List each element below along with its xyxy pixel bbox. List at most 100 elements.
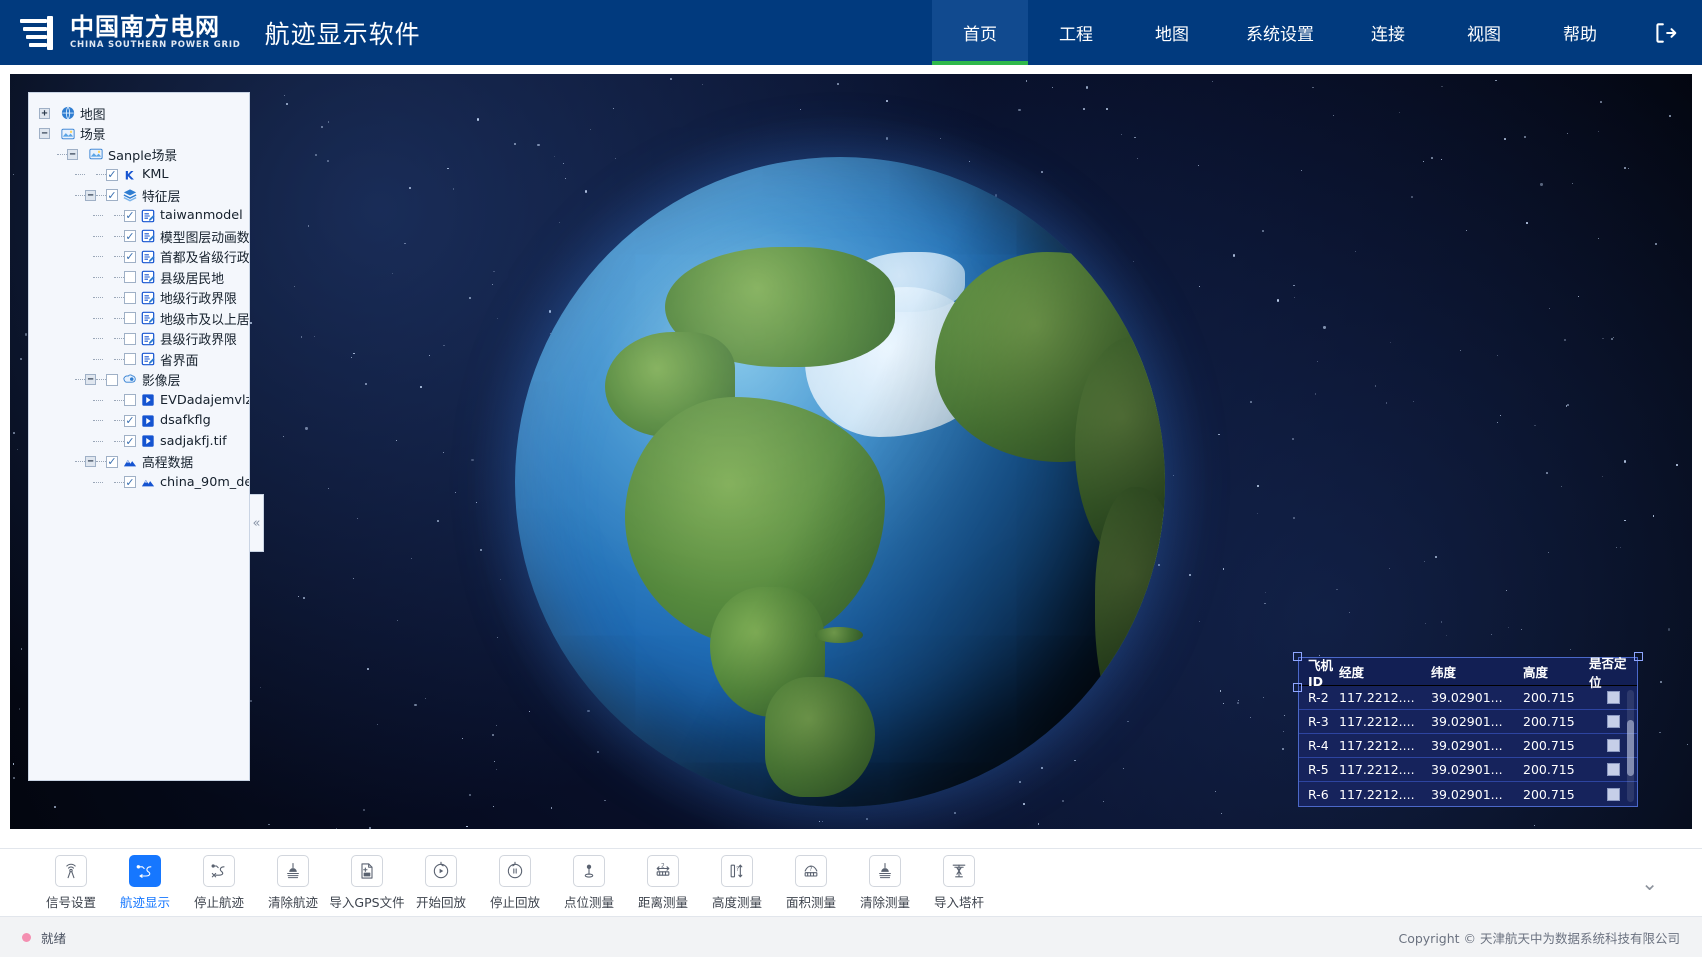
tree-node-5[interactable]: taiwanmodel bbox=[39, 206, 243, 227]
table-column-header-4[interactable]: 是否定位 bbox=[1589, 653, 1637, 691]
chevron-double-down-icon[interactable]: ⌄ bbox=[1641, 873, 1658, 893]
toolbar-button-6[interactable]: 停止回放 bbox=[478, 855, 552, 911]
toolbar-button-11[interactable]: 清除测量 bbox=[848, 855, 922, 911]
chevron-double-left-icon[interactable]: « bbox=[250, 494, 264, 552]
tree-node-2[interactable]: −Sanple场景 bbox=[39, 144, 243, 165]
table-scrollbar-thumb[interactable] bbox=[1627, 720, 1634, 776]
located-checkbox[interactable] bbox=[1607, 763, 1620, 776]
tree-node-7[interactable]: 首都及省级行政中心 bbox=[39, 247, 243, 268]
tree-node-checkbox[interactable] bbox=[124, 292, 136, 304]
table-resize-handle-tr[interactable] bbox=[1634, 652, 1643, 661]
tree-node-checkbox[interactable] bbox=[124, 333, 136, 345]
toolbar-button-3[interactable]: 清除航迹 bbox=[256, 855, 330, 911]
tree-node-4[interactable]: −特征层 bbox=[39, 185, 243, 206]
located-checkbox[interactable] bbox=[1607, 739, 1620, 752]
toolbar-button-8[interactable]: 2距离测量 bbox=[626, 855, 700, 911]
table-row[interactable]: R-3117.2212....39.02901...200.715 bbox=[1299, 710, 1637, 734]
located-checkbox[interactable] bbox=[1607, 788, 1620, 801]
toolbar-button-0[interactable]: 信号设置 bbox=[34, 855, 108, 911]
located-checkbox[interactable] bbox=[1607, 691, 1620, 704]
tree-node-label: 模型图层动画数据继 bbox=[160, 227, 250, 246]
tree-node-14[interactable]: EVDadajemvlzm bbox=[39, 390, 243, 411]
tree-node-checkbox[interactable] bbox=[124, 210, 136, 222]
tree-node-checkbox[interactable] bbox=[124, 415, 136, 427]
tree-node-label: EVDadajemvlzm bbox=[160, 393, 250, 408]
tree-node-checkbox[interactable] bbox=[124, 394, 136, 406]
table-column-header-0[interactable]: 飞机ID bbox=[1299, 655, 1339, 689]
table-column-header-1[interactable]: 经度 bbox=[1339, 662, 1431, 681]
toolbar-button-2[interactable]: 停止航迹 bbox=[182, 855, 256, 911]
tree-collapse-icon[interactable]: − bbox=[85, 456, 96, 467]
toolbar-button-1[interactable]: 航迹显示 bbox=[108, 855, 182, 911]
tree-node-12[interactable]: 省界面 bbox=[39, 349, 243, 370]
nav-item-2[interactable]: 地图 bbox=[1124, 0, 1220, 65]
tree-node-10[interactable]: 地级市及以上居民地 bbox=[39, 308, 243, 329]
table-row[interactable]: R-4117.2212....39.02901...200.715 bbox=[1299, 734, 1637, 758]
tree-collapse-icon[interactable]: − bbox=[85, 374, 96, 385]
toolbar-button-12[interactable]: 导入塔杆 bbox=[922, 855, 996, 911]
tree-connector bbox=[114, 482, 124, 483]
tree-node-1[interactable]: − 场景 bbox=[39, 124, 243, 145]
tree-node-checkbox[interactable] bbox=[106, 189, 118, 201]
app-header: 中国南方电网 CHINA SOUTHERN POWER GRID 航迹显示软件 … bbox=[0, 0, 1702, 65]
logout-icon[interactable] bbox=[1628, 0, 1702, 65]
tree-node-checkbox[interactable] bbox=[124, 271, 136, 283]
nav-item-0[interactable]: 首页 bbox=[932, 0, 1028, 65]
tree-node-0[interactable]: +地图 bbox=[39, 103, 243, 124]
aircraft-table[interactable]: 飞机ID经度纬度高度是否定位 R-2117.2212....39.02901..… bbox=[1298, 657, 1638, 807]
toolbar-button-9[interactable]: ?高度测量 bbox=[700, 855, 774, 911]
tree-node-8[interactable]: 县级居民地 bbox=[39, 267, 243, 288]
globe-viewport[interactable]: +地图−场景−Sanple场景KKML−特征层taiwanmodel模型图层动画… bbox=[10, 74, 1692, 829]
tree-node-18[interactable]: china_90m_dem bbox=[39, 472, 243, 493]
tree-node-checkbox[interactable] bbox=[124, 312, 136, 324]
tree-connector bbox=[93, 482, 103, 483]
tree-collapse-icon[interactable]: − bbox=[39, 128, 50, 139]
tree-node-16[interactable]: sadjakfj.tif bbox=[39, 431, 243, 452]
located-checkbox[interactable] bbox=[1607, 715, 1620, 728]
nav-item-5[interactable]: 视图 bbox=[1436, 0, 1532, 65]
table-resize-handle-tl[interactable] bbox=[1293, 652, 1302, 661]
tree-node-15[interactable]: dsafkflg bbox=[39, 411, 243, 432]
tree-node-checkbox[interactable] bbox=[106, 456, 118, 468]
nav-item-3[interactable]: 系统设置 bbox=[1220, 0, 1340, 65]
table-row[interactable]: R-2117.2212....39.02901...200.715 bbox=[1299, 686, 1637, 710]
play-replay-icon bbox=[425, 855, 457, 887]
table-row[interactable]: R-6117.2212....39.02901...200.715 bbox=[1299, 782, 1637, 806]
feature-icon bbox=[141, 332, 155, 346]
table-cell-0: R-6 bbox=[1299, 787, 1339, 802]
tree-node-checkbox[interactable] bbox=[106, 374, 118, 386]
globe-3d[interactable] bbox=[515, 157, 1165, 807]
toolbar-button-10[interactable]: ?面积测量 bbox=[774, 855, 848, 911]
table-cell-2: 39.02901... bbox=[1431, 690, 1523, 705]
table-row[interactable]: R-5117.2212....39.02901...200.715 bbox=[1299, 758, 1637, 782]
table-column-header-2[interactable]: 纬度 bbox=[1431, 662, 1523, 681]
tree-node-checkbox[interactable] bbox=[106, 169, 118, 181]
tree-collapse-icon[interactable]: − bbox=[85, 190, 96, 201]
toolbar-button-4[interactable]: 导入GPS文件 bbox=[330, 855, 404, 911]
tree-node-checkbox[interactable] bbox=[124, 230, 136, 242]
toolbar-button-7[interactable]: 点位测量 bbox=[552, 855, 626, 911]
nav-item-1[interactable]: 工程 bbox=[1028, 0, 1124, 65]
tree-node-3[interactable]: KKML bbox=[39, 165, 243, 186]
tree-node-6[interactable]: 模型图层动画数据继 bbox=[39, 226, 243, 247]
tree-node-9[interactable]: 地级行政界限 bbox=[39, 288, 243, 309]
layer-tree-panel[interactable]: +地图−场景−Sanple场景KKML−特征层taiwanmodel模型图层动画… bbox=[28, 92, 250, 781]
table-scrollbar[interactable] bbox=[1627, 690, 1634, 802]
table-resize-handle-bl[interactable] bbox=[1293, 683, 1302, 692]
toolbar-button-5[interactable]: 开始回放 bbox=[404, 855, 478, 911]
tree-node-checkbox[interactable] bbox=[124, 476, 136, 488]
tree-node-label: 场景 bbox=[80, 124, 106, 143]
tree-node-checkbox[interactable] bbox=[124, 353, 136, 365]
tree-node-label: 影像层 bbox=[142, 370, 180, 389]
tree-node-11[interactable]: 县级行政界限 bbox=[39, 329, 243, 350]
tree-node-checkbox[interactable] bbox=[124, 251, 136, 263]
nav-item-4[interactable]: 连接 bbox=[1340, 0, 1436, 65]
tree-node-17[interactable]: −高程数据 bbox=[39, 452, 243, 473]
nav-item-6[interactable]: 帮助 bbox=[1532, 0, 1628, 65]
tree-connector bbox=[114, 338, 124, 339]
tree-node-13[interactable]: − 影像层 bbox=[39, 370, 243, 391]
tree-expand-icon[interactable]: + bbox=[39, 108, 50, 119]
tree-collapse-icon[interactable]: − bbox=[67, 149, 78, 160]
tree-node-checkbox[interactable] bbox=[124, 435, 136, 447]
table-column-header-3[interactable]: 高度 bbox=[1523, 662, 1589, 681]
